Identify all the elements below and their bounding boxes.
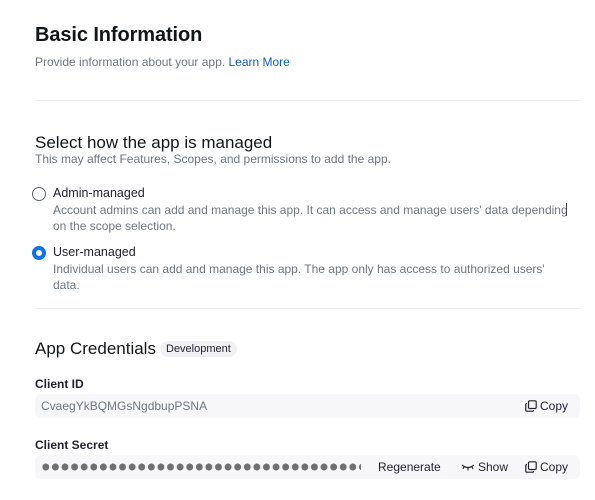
client-id-field: CvaegYkBQMGsNgdbupPSNA Copy — [35, 394, 580, 418]
section-divider — [35, 308, 580, 309]
eye-closed-icon — [461, 464, 475, 471]
page-title: Basic Information — [35, 24, 203, 46]
admin-managed-label[interactable]: Admin-managed — [53, 186, 145, 200]
masked-secret-dots — [41, 463, 361, 471]
user-managed-description: Individual users can add and manage this… — [53, 262, 545, 292]
management-section-description: This may affect Features, Scopes, and pe… — [35, 152, 391, 166]
environment-badge: Development — [160, 341, 237, 357]
client-id-copy-button[interactable]: Copy — [525, 399, 568, 413]
management-section-title: Select how the app is managed — [35, 133, 273, 152]
regenerate-button[interactable]: Regenerate — [378, 460, 441, 474]
user-managed-label[interactable]: User-managed — [53, 245, 136, 259]
text-cursor — [566, 203, 567, 216]
user-managed-radio[interactable] — [32, 246, 46, 260]
admin-managed-description: Account admins can add and manage this a… — [53, 203, 568, 233]
page-subtitle-text: Provide information about your app. — [35, 55, 226, 69]
credentials-section-title: App Credentials — [35, 339, 156, 358]
show-secret-button[interactable]: Show — [461, 460, 508, 474]
client-id-label: Client ID — [35, 377, 84, 391]
client-id-value: CvaegYkBQMGsNgdbupPSNA — [41, 399, 208, 413]
admin-managed-radio[interactable] — [32, 187, 46, 201]
learn-more-link[interactable]: Learn More — [228, 55, 289, 69]
client-secret-label: Client Secret — [35, 438, 109, 452]
section-divider — [35, 100, 580, 101]
client-secret-field: Regenerate Show Copy — [35, 455, 580, 479]
page-subtitle: Provide information about your app. Lear… — [35, 55, 290, 69]
copy-icon — [525, 461, 537, 473]
show-label: Show — [478, 460, 509, 474]
client-secret-copy-button[interactable]: Copy — [525, 460, 568, 474]
copy-label: Copy — [539, 460, 568, 474]
basic-information-page: Basic Information Provide information ab… — [0, 0, 595, 500]
copy-icon — [525, 400, 537, 412]
copy-label: Copy — [539, 399, 568, 413]
